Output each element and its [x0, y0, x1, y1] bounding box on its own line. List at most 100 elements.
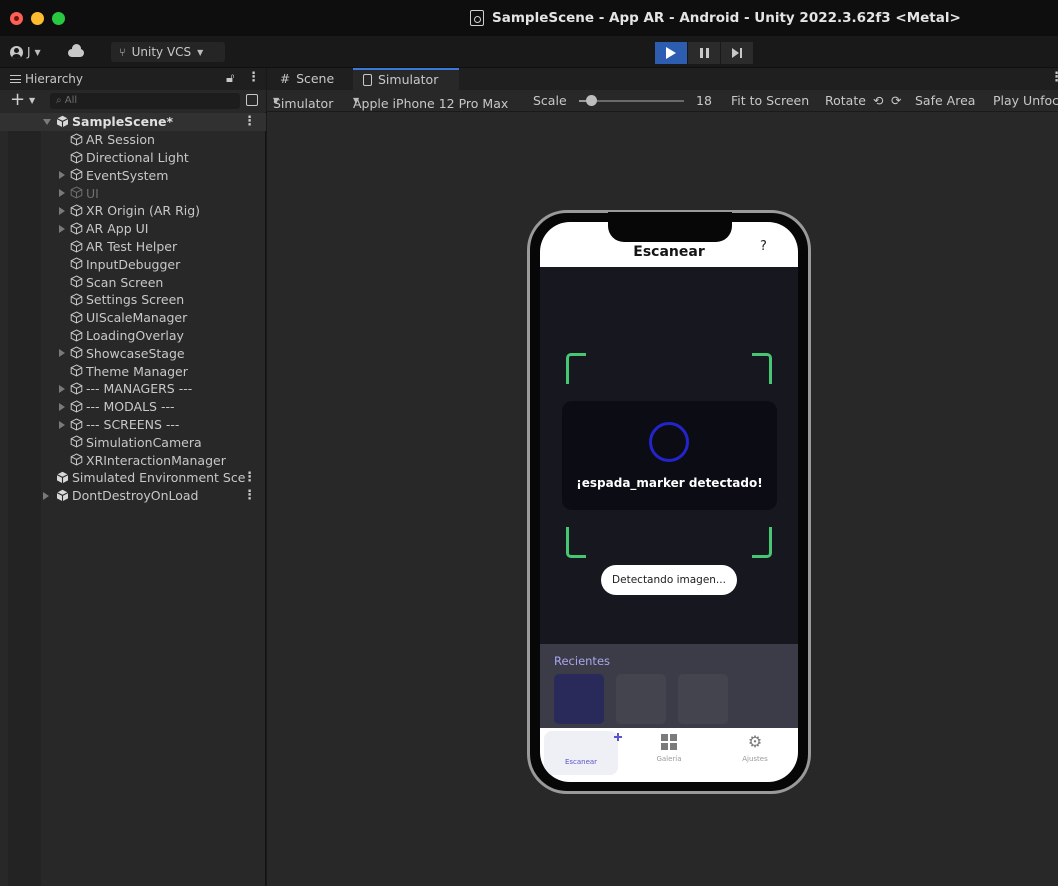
hierarchy-tab-label: Hierarchy	[25, 72, 84, 86]
hierarchy-item[interactable]: UI	[0, 184, 266, 202]
gameobject-icon	[70, 275, 83, 288]
close-window-button[interactable]	[10, 12, 23, 25]
hierarchy-item-label: --- MODALS ---	[86, 399, 175, 415]
hierarchy-item-label: InputDebugger	[86, 256, 181, 272]
nav-settings[interactable]: ⚙ Ajustes	[712, 728, 798, 772]
rotate-right-icon[interactable]: ⟳	[891, 93, 901, 108]
hierarchy-tab[interactable]: Hierarchy 🔓︎ ⋮	[0, 68, 266, 90]
panel-menu-icon[interactable]: ⋮	[1050, 70, 1058, 85]
collapsed-arrow-icon[interactable]	[59, 384, 65, 393]
scene-file-icon	[470, 10, 484, 26]
hierarchy-item[interactable]: InputDebugger	[0, 255, 266, 273]
collapsed-arrow-icon[interactable]	[59, 206, 65, 215]
phone-notch	[608, 212, 732, 242]
collapsed-arrow-icon[interactable]	[59, 349, 65, 358]
item-menu-icon[interactable]: ⋮	[243, 114, 256, 129]
hierarchy-item-label: Simulated Environment Sce	[72, 470, 246, 486]
play-icon	[666, 47, 676, 59]
collapsed-arrow-icon[interactable]	[59, 224, 65, 233]
account-icon	[10, 45, 23, 59]
vcs-dropdown[interactable]: ⑂ Unity VCS ▼	[111, 42, 225, 62]
hierarchy-item-label: SimulationCamera	[86, 434, 202, 450]
recent-thumbnail[interactable]	[554, 674, 604, 724]
expanded-arrow-icon[interactable]	[43, 119, 51, 125]
gameobject-icon	[70, 151, 83, 164]
nav-scan[interactable]: Escanear	[544, 731, 622, 775]
collapsed-arrow-icon[interactable]	[43, 491, 49, 500]
hierarchy-item-label: LoadingOverlay	[86, 327, 184, 343]
scan-frame-corner	[566, 353, 586, 384]
hierarchy-item[interactable]: XR Origin (AR Rig)	[0, 202, 266, 220]
collapsed-arrow-icon[interactable]	[59, 171, 65, 180]
step-button[interactable]	[721, 42, 753, 64]
fit-to-screen-toggle[interactable]: Fit to Screen	[731, 93, 809, 108]
play-unfocused-toggle[interactable]: Play Unfoc	[993, 93, 1058, 108]
rotate-left-icon[interactable]: ⟲	[873, 93, 883, 108]
cloud-icon[interactable]	[68, 44, 84, 57]
hierarchy-item[interactable]: Directional Light	[0, 149, 266, 167]
hierarchy-item[interactable]: Scan Screen	[0, 273, 266, 291]
hierarchy-item[interactable]: EventSystem	[0, 166, 266, 184]
hierarchy-search-row: + ▼ ⌕ All	[0, 90, 266, 112]
simulator-mode-label: Simulator	[273, 96, 334, 111]
item-menu-icon[interactable]: ⋮	[243, 488, 256, 503]
gameobject-icon	[70, 257, 83, 270]
scene-root[interactable]: SampleScene* ⋮	[0, 113, 266, 131]
detection-card: ¡espada_marker detectado!	[562, 401, 777, 510]
hierarchy-search-input[interactable]: ⌕ All	[50, 93, 240, 109]
add-icon[interactable]: +	[10, 90, 25, 110]
hierarchy-item[interactable]: AR Test Helper	[0, 238, 266, 256]
lock-icon[interactable]: 🔓︎	[226, 71, 234, 86]
window-title-group: SampleScene - App AR - Android - Unity 2…	[470, 9, 961, 27]
pause-button[interactable]	[688, 42, 720, 64]
simulated-environment-scene[interactable]: Simulated Environment Sce ⋮	[0, 469, 266, 487]
hierarchy-item-label: SampleScene*	[72, 114, 173, 130]
hierarchy-item[interactable]: --- SCREENS ---	[0, 416, 266, 434]
hierarchy-item[interactable]: Theme Manager	[0, 362, 266, 380]
account-dropdown[interactable]: J ▼	[10, 42, 41, 62]
hierarchy-item[interactable]: ShowcaseStage	[0, 344, 266, 362]
collapsed-arrow-icon[interactable]	[59, 420, 65, 429]
hierarchy-item[interactable]: AR Session	[0, 131, 266, 149]
recent-thumbnail[interactable]	[678, 674, 728, 724]
hierarchy-item[interactable]: --- MODALS ---	[0, 398, 266, 416]
search-icon: ⌕	[56, 95, 65, 106]
minimize-window-button[interactable]	[31, 12, 44, 25]
tab-simulator[interactable]: Simulator	[353, 68, 459, 90]
chevron-down-icon: ▼	[34, 47, 41, 57]
gameobject-icon	[70, 400, 83, 413]
collapsed-arrow-icon[interactable]	[59, 402, 65, 411]
zoom-window-button[interactable]	[52, 12, 65, 25]
pause-icon	[699, 48, 709, 58]
hierarchy-item[interactable]: AR App UI	[0, 220, 266, 238]
hierarchy-item[interactable]: --- MANAGERS ---	[0, 380, 266, 398]
item-menu-icon[interactable]: ⋮	[243, 470, 256, 485]
hierarchy-item[interactable]: XRInteractionManager	[0, 451, 266, 469]
editor-tabs: # Scene Simulator ⋮	[267, 68, 1058, 90]
chevron-down-icon[interactable]: ▼	[29, 96, 35, 105]
dont-destroy-scene[interactable]: DontDestroyOnLoad ⋮	[0, 487, 266, 505]
chevron-down-icon: ▼	[353, 96, 360, 105]
gameobject-icon	[70, 186, 83, 199]
tab-scene[interactable]: # Scene	[270, 68, 344, 90]
scale-slider-handle[interactable]	[586, 95, 597, 106]
help-button[interactable]: ?	[760, 239, 767, 254]
hierarchy-panel: Hierarchy 🔓︎ ⋮ + ▼ ⌕ All SampleScene* ⋮ AR…	[0, 68, 266, 886]
nav-gallery[interactable]: Galería	[626, 728, 712, 772]
hierarchy-menu-icon[interactable]: ⋮	[247, 70, 260, 85]
hierarchy-item[interactable]: UIScaleManager	[0, 309, 266, 327]
play-button[interactable]	[655, 42, 687, 64]
gameobject-icon	[70, 204, 83, 217]
bottom-navbar: Escanear Galería ⚙ Ajustes	[540, 728, 798, 782]
collapsed-arrow-icon[interactable]	[59, 189, 65, 198]
recent-thumbnail[interactable]	[616, 674, 666, 724]
main-toolbar: J ▼ ⑂ Unity VCS ▼	[0, 36, 1058, 68]
hierarchy-item-label: AR Session	[86, 132, 155, 148]
gameobject-icon	[70, 311, 83, 324]
hierarchy-item[interactable]: SimulationCamera	[0, 433, 266, 451]
search-options-icon[interactable]	[246, 94, 258, 106]
safe-area-toggle[interactable]: Safe Area	[915, 93, 975, 108]
scale-value: 18	[696, 93, 712, 108]
hierarchy-item[interactable]: Settings Screen	[0, 291, 266, 309]
hierarchy-item[interactable]: LoadingOverlay	[0, 327, 266, 345]
